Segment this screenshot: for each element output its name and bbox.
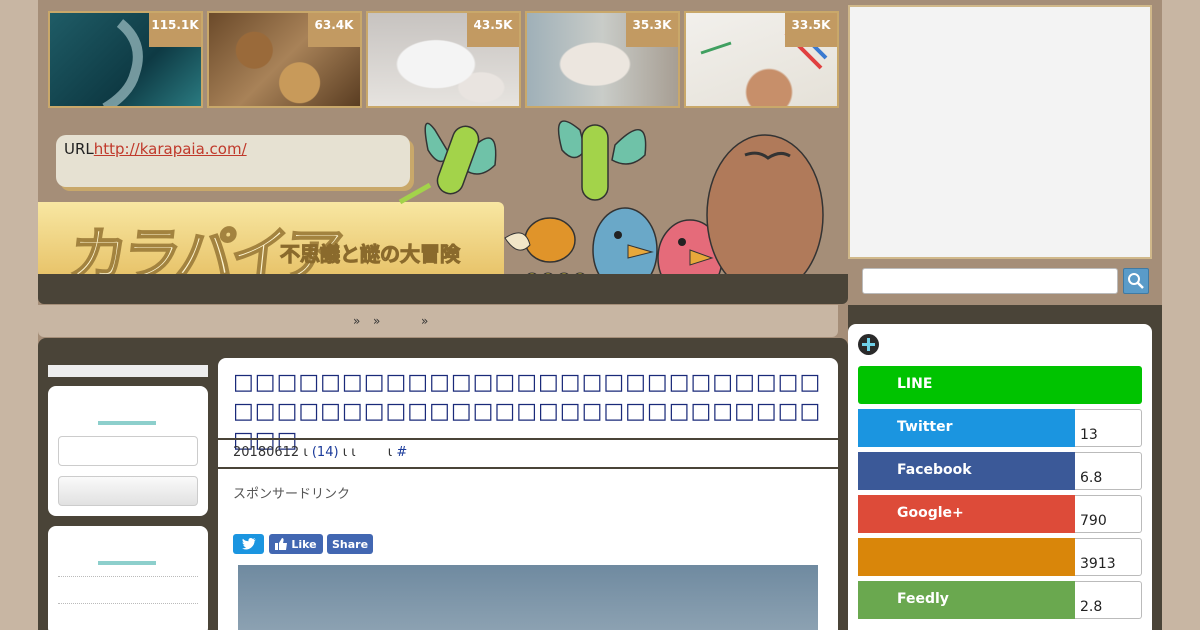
nav-bar: » » »	[38, 305, 838, 337]
bookmark-count: 3913	[1075, 538, 1142, 576]
sponsored-link-label: スポンサードリンク	[233, 487, 351, 502]
sns-row-facebook[interactable]: Facebook 6.8	[858, 452, 1142, 490]
googleplus-count: 790	[1075, 495, 1142, 533]
meta-separator: ι	[387, 445, 393, 460]
article-meta: 20180612 ι (14) ι ι ι #	[233, 445, 407, 460]
header-strip	[38, 274, 848, 304]
butterfly-character-icon	[398, 122, 497, 205]
url-link[interactable]: http://karapaia.com/	[94, 140, 247, 158]
sidebar-divider	[98, 421, 156, 425]
plus-icon[interactable]	[858, 334, 879, 355]
sidebar-search-card	[48, 386, 208, 516]
thumbs-up-icon	[275, 538, 288, 550]
list-divider	[58, 603, 198, 604]
facebook-count: 6.8	[1075, 452, 1142, 490]
feedly-count: 2.8	[1075, 581, 1142, 619]
thumbnail-3[interactable]: 43.5K	[366, 11, 521, 108]
sidebar-input[interactable]	[58, 436, 198, 466]
bookmark-button[interactable]	[858, 538, 1075, 576]
divider	[218, 467, 838, 469]
article-image	[238, 565, 818, 630]
line-button[interactable]: LINE	[858, 366, 1142, 404]
view-count: 63.4K	[308, 13, 360, 47]
sidebar-list-card	[48, 526, 208, 630]
sns-row-googleplus[interactable]: Google+ 790	[858, 495, 1142, 533]
search-icon	[1128, 273, 1144, 289]
article-date: 20180612	[233, 445, 300, 460]
list-divider	[58, 576, 198, 577]
tweet-button[interactable]	[233, 534, 264, 554]
sidebar-divider	[98, 561, 156, 565]
feedly-button[interactable]: Feedly	[858, 581, 1075, 619]
twitter-bird-icon	[241, 538, 256, 550]
googleplus-button[interactable]: Google+	[858, 495, 1075, 533]
divider	[218, 438, 838, 440]
twitter-count: 13	[1075, 409, 1142, 447]
brown-blob-character-icon	[706, 134, 824, 296]
thumbnail-1[interactable]: 115.1K	[48, 11, 203, 108]
thumbnail-4[interactable]: 35.3K	[525, 11, 680, 108]
hashtag-link[interactable]: #	[396, 445, 407, 460]
nav-separator: »	[353, 314, 361, 328]
like-label: Like	[291, 537, 317, 551]
facebook-like-button[interactable]: Like	[269, 534, 323, 554]
search-input[interactable]	[862, 268, 1118, 294]
thumbnail-2[interactable]: 63.4K	[207, 11, 362, 108]
facebook-share-button[interactable]: Share	[327, 534, 373, 554]
butterfly-character-2-icon	[557, 120, 647, 201]
twitter-button[interactable]: Twitter	[858, 409, 1075, 447]
mascot-illustration	[398, 120, 824, 297]
nav-separator: »	[421, 314, 429, 328]
sidebar-header	[48, 365, 208, 377]
nav-separator: »	[373, 314, 381, 328]
view-count: 115.1K	[149, 13, 201, 47]
view-count: 43.5K	[467, 13, 519, 47]
search-button[interactable]	[1123, 268, 1149, 294]
sns-row-twitter[interactable]: Twitter 13	[858, 409, 1142, 447]
view-count: 35.3K	[626, 13, 678, 47]
meta-separator: ι	[303, 445, 308, 460]
meta-separator: ι ι	[342, 445, 356, 460]
thumbnail-5[interactable]: 33.5K	[684, 11, 839, 108]
view-count: 33.5K	[785, 13, 837, 47]
ad-banner	[848, 5, 1152, 259]
share-label: Share	[331, 537, 369, 551]
article-card: □□□□□□□□□□□□□□□□□□□□□□□□□□□□□□□□□□□□□□□□…	[218, 358, 838, 630]
sns-share-panel: LINE Twitter 13 Facebook 6.8 Google+ 790…	[848, 324, 1152, 630]
article-title[interactable]: □□□□□□□□□□□□□□□□□□□□□□□□□□□□□□□□□□□□□□□□…	[233, 368, 823, 455]
url-box: URLhttp://karapaia.com/	[56, 135, 410, 187]
sns-row-line[interactable]: LINE	[858, 366, 1142, 404]
sns-row-feedly[interactable]: Feedly 2.8	[858, 581, 1142, 619]
sidebar-button[interactable]	[58, 476, 198, 506]
sns-row-hatena[interactable]: 3913	[858, 538, 1142, 576]
url-label: URL	[64, 140, 94, 158]
comment-count-link[interactable]: (14)	[312, 445, 339, 460]
facebook-button[interactable]: Facebook	[858, 452, 1075, 490]
